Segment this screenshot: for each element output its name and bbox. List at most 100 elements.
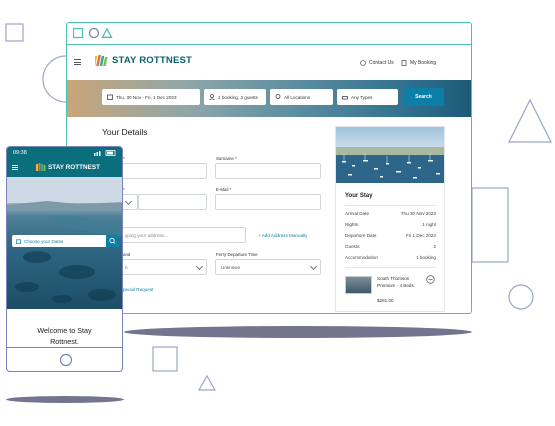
address-input[interactable]: yping your address... bbox=[119, 227, 246, 243]
your-stay-card: Your Stay Arrival Date Thu 30 Nov 2023 Ni… bbox=[335, 126, 445, 312]
departure-ferry-value: Unknown bbox=[221, 264, 241, 270]
row-value: Thu 30 Nov 2023 bbox=[400, 211, 436, 216]
row-label: Guests bbox=[345, 244, 360, 249]
calendar-icon bbox=[107, 94, 113, 100]
site-logo[interactable]: STAY ROTTNEST bbox=[95, 55, 192, 66]
guests-value: 1 booking, 2 guests bbox=[218, 94, 258, 100]
row-value: 1 night bbox=[422, 222, 436, 227]
arrival-ferry-select[interactable]: n bbox=[119, 259, 207, 275]
special-request-link[interactable]: pecial Request bbox=[123, 287, 153, 292]
your-stay-title: Your Stay bbox=[345, 193, 373, 199]
small-triangle-decoration bbox=[197, 374, 217, 391]
arrival-ferry-value: n bbox=[125, 264, 128, 270]
harbour-boats-image bbox=[336, 147, 444, 183]
accommodation-name: South Thomson Premium - 4 Beds bbox=[377, 276, 414, 289]
stay-row-guests: Guests 2 bbox=[345, 244, 436, 249]
calendar-icon bbox=[16, 238, 21, 244]
arrival-ferry-label: and bbox=[123, 252, 131, 257]
search-icon bbox=[109, 237, 116, 244]
page-title: Your Details bbox=[102, 127, 148, 137]
departure-ferry-select[interactable]: Unknown bbox=[215, 259, 321, 275]
stay-row-accommodation: Accommodation 1 booking bbox=[345, 255, 436, 260]
bed-icon bbox=[342, 96, 348, 100]
stay-row-nights: Nights 1 night bbox=[345, 222, 436, 227]
desktop-browser-window: STAY ROTTNEST Contact Us My Booking Thu,… bbox=[66, 22, 472, 314]
square-outline-decoration bbox=[5, 23, 24, 42]
accommodation-price: $281.00 bbox=[377, 298, 394, 303]
contact-us-link[interactable]: Contact Us bbox=[360, 60, 394, 66]
welcome-text: Welcome to Stay Rottnest. bbox=[7, 325, 122, 347]
row-label: Nights bbox=[345, 222, 359, 227]
mobile-shadow bbox=[6, 396, 124, 403]
mobile-logo-text: STAY ROTTNEST bbox=[48, 163, 101, 171]
battery-signal-icon bbox=[94, 150, 116, 156]
date-range-value: Thu, 30 Nov - Fri, 1 Dec 2023 bbox=[116, 94, 177, 100]
mobile-search-button[interactable] bbox=[106, 235, 119, 247]
type-select[interactable]: Any Types bbox=[337, 89, 398, 105]
divider bbox=[345, 267, 436, 268]
triangle-outline-decoration bbox=[508, 98, 552, 143]
guests-field[interactable]: 1 booking, 2 guests bbox=[204, 89, 266, 105]
stay-row-departure: Departure Date Fri 1 Dec 2023 bbox=[345, 233, 436, 238]
add-address-link[interactable]: + Add Address Manually bbox=[258, 233, 307, 238]
row-value: 1 booking bbox=[416, 255, 436, 260]
my-booking-label: My Booking bbox=[410, 60, 437, 66]
row-label: Departure Date bbox=[345, 233, 377, 238]
accommodation-name-line2: Premium - 4 Beds bbox=[377, 282, 414, 288]
row-label: Accommodation bbox=[345, 255, 378, 260]
hamburger-menu-icon[interactable] bbox=[74, 59, 81, 65]
circle-outline-decoration bbox=[508, 284, 534, 310]
type-value: Any Types bbox=[351, 94, 373, 100]
email-label: E-Mail * bbox=[216, 187, 232, 192]
status-bar: 09:38 bbox=[7, 147, 122, 159]
square-control-icon bbox=[73, 28, 84, 39]
accommodation-thumbnail bbox=[345, 276, 372, 294]
search-bar: Thu, 30 Nov - Fri, 1 Dec 2023 1 booking,… bbox=[67, 80, 471, 117]
divider bbox=[345, 205, 436, 206]
home-button-icon[interactable] bbox=[59, 353, 73, 367]
desktop-shadow bbox=[124, 326, 472, 338]
row-value: Fri 1 Dec 2023 bbox=[405, 233, 436, 238]
remove-circle-icon[interactable] bbox=[426, 275, 435, 284]
date-range-field[interactable]: Thu, 30 Nov - Fri, 1 Dec 2023 bbox=[102, 89, 200, 105]
mobile-logo[interactable]: STAY ROTTNEST bbox=[36, 163, 100, 171]
circle-control-icon bbox=[88, 28, 100, 39]
accommodation-name-line1: South Thomson bbox=[377, 276, 410, 281]
mobile-date-search[interactable]: Choose your Dates bbox=[12, 235, 119, 247]
location-value: All Locations bbox=[284, 94, 311, 100]
stay-row-arrival: Arrival Date Thu 30 Nov 2023 bbox=[345, 211, 436, 216]
location-select[interactable]: All Locations bbox=[270, 89, 333, 105]
location-pin-icon bbox=[275, 94, 281, 99]
mobile-phone-frame: 09:38 STAY ROTTNEST Choose your Dates We… bbox=[6, 146, 123, 372]
chat-icon bbox=[360, 60, 366, 66]
phone-input[interactable] bbox=[138, 194, 207, 210]
logo-stripes-icon bbox=[36, 163, 46, 171]
surname-input[interactable] bbox=[215, 163, 321, 179]
logo-text: STAY ROTTNEST bbox=[112, 55, 193, 66]
square-outline-decoration bbox=[152, 346, 178, 372]
window-controls bbox=[73, 28, 113, 39]
email-input[interactable] bbox=[215, 194, 321, 210]
row-label: Arrival Date bbox=[345, 211, 369, 216]
hamburger-menu-icon[interactable] bbox=[12, 165, 18, 170]
window-chrome bbox=[67, 23, 471, 45]
search-button[interactable]: Search bbox=[403, 88, 444, 106]
mobile-header: STAY ROTTNEST bbox=[7, 159, 122, 177]
rectangle-outline-decoration bbox=[471, 187, 509, 263]
surname-label: Surname * bbox=[216, 156, 237, 161]
status-time: 09:38 bbox=[13, 150, 27, 156]
welcome-line2: Rottnest. bbox=[50, 337, 79, 346]
welcome-line1: Welcome to Stay bbox=[37, 326, 92, 335]
departure-ferry-label: Ferry Departure Time bbox=[216, 252, 258, 257]
my-booking-link[interactable]: My Booking bbox=[401, 60, 436, 66]
logo-stripes-icon bbox=[95, 55, 108, 66]
harbour-photo bbox=[336, 127, 444, 183]
half-circle-decoration bbox=[42, 55, 67, 103]
first-name-label: * bbox=[123, 156, 125, 161]
contact-us-label: Contact Us bbox=[369, 60, 394, 66]
document-icon bbox=[401, 60, 407, 66]
person-icon bbox=[209, 94, 215, 100]
first-name-input[interactable] bbox=[119, 163, 207, 179]
row-value: 2 bbox=[433, 244, 436, 249]
triangle-control-icon bbox=[101, 28, 113, 38]
